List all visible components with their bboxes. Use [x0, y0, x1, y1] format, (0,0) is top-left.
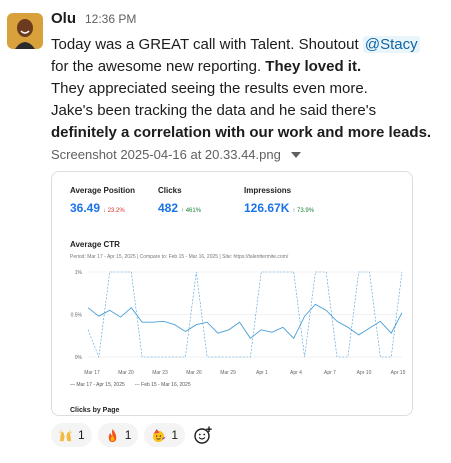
x-tick-label: Mar 23 [152, 370, 168, 376]
message-text: for the awesome new reporting. [51, 58, 266, 75]
fire-emoji [108, 428, 116, 442]
x-tick-label: Mar 20 [118, 370, 134, 376]
y-tick-label: 0.5% [71, 313, 83, 319]
ctr-line-chart: 1% 0.5% 0% Mar 17 Mar 20 Mar 23 Mar 26 Mar 29 Ap… [71, 270, 406, 376]
reaction-raised-hands[interactable]: 1 [51, 423, 92, 447]
attachment-image[interactable]: Average Position 36.49 ↓ 23.2% Clicks 48… [51, 171, 413, 416]
message-header: Olu 12:36 PM [51, 10, 136, 30]
x-tick-label: Apr 7 [324, 370, 336, 376]
message-bold-text: They loved it. [265, 58, 362, 75]
series-line-current [87, 303, 403, 340]
attachment-filename: Screenshot 2025-04-16 at 20.33.44.png [51, 147, 281, 162]
x-tick-label: Apr 4 [290, 370, 302, 376]
message-text: Jake's been tracking the data and he sai… [51, 102, 377, 119]
raised-hands-emoji [58, 429, 73, 441]
x-tick-label: Apr 15 [391, 370, 406, 376]
y-tick-label: 1% [75, 270, 83, 276]
timestamp[interactable]: 12:36 PM [85, 12, 136, 26]
mention-link[interactable]: @Stacy [362, 36, 420, 53]
party-face-emoji [153, 428, 166, 442]
attachment-title[interactable]: Screenshot 2025-04-16 at 20.33.44.png [51, 147, 301, 162]
reaction-count: 1 [171, 428, 179, 442]
reactions-bar: 1 1 1 [51, 423, 215, 447]
message-text: Today was a GREAT call with Talent. Shou… [51, 36, 363, 53]
legend-item-current: — Mar 17 - Apr 15, 2025 [70, 382, 125, 388]
x-tick-label: Mar 29 [220, 370, 236, 376]
add-reaction-button[interactable] [191, 423, 215, 447]
section-title: Clicks by Page [70, 407, 120, 414]
message-text: They appreciated seeing the results even… [51, 80, 368, 97]
reaction-count: 1 [78, 428, 85, 442]
x-tick-label: Mar 17 [84, 370, 100, 376]
username[interactable]: Olu [51, 10, 76, 27]
legend-item-previous: --- Feb 15 - Mar 16, 2025 [134, 382, 191, 388]
message-body: Today was a GREAT call with Talent. Shou… [51, 34, 441, 144]
reaction-party-face[interactable]: 1 [144, 423, 186, 447]
chevron-down-icon[interactable] [290, 151, 301, 158]
message-bold-text: definitely a correlation with our work a… [51, 124, 432, 141]
x-tick-label: Apr 10 [357, 370, 372, 376]
reaction-count: 1 [124, 428, 132, 442]
y-tick-label: 0% [75, 355, 83, 361]
user-avatar[interactable] [7, 13, 43, 49]
reaction-fire[interactable]: 1 [97, 423, 139, 447]
x-tick-label: Apr 1 [256, 370, 268, 376]
chart-legend: — Mar 17 - Apr 15, 2025 --- Feb 15 - Mar… [70, 382, 191, 388]
x-tick-label: Mar 26 [186, 370, 202, 376]
add-reaction-icon [194, 426, 212, 444]
